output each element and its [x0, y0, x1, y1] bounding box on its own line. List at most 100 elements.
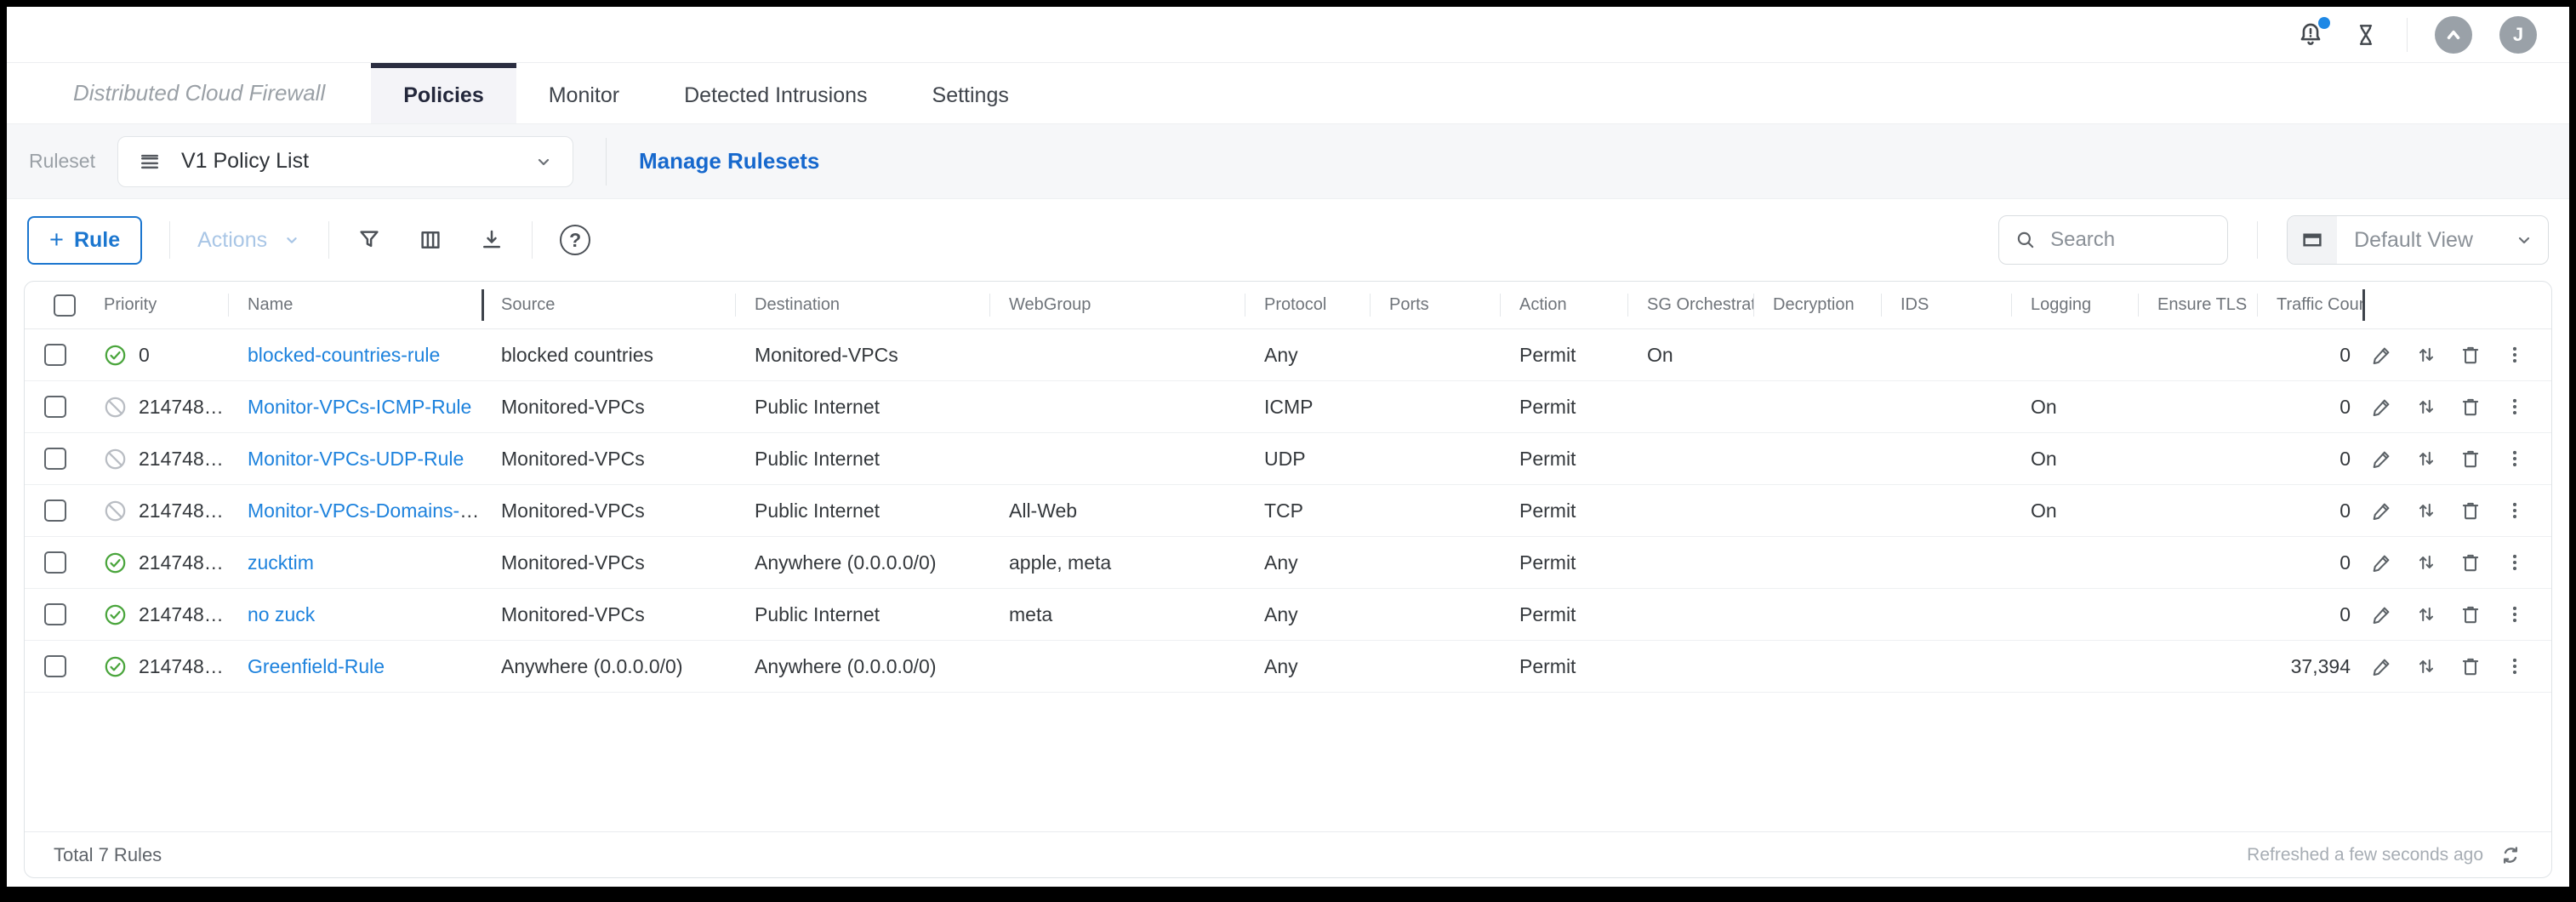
edit-pencil-icon[interactable]: [2371, 603, 2393, 625]
column-header-name[interactable]: Name: [228, 282, 482, 328]
rule-name-link[interactable]: blocked-countries-rule: [248, 344, 440, 366]
cell-logging: On: [2011, 448, 2138, 471]
tab-settings[interactable]: Settings: [900, 63, 1041, 123]
tab-policies[interactable]: Policies: [371, 63, 516, 123]
hourglass-icon[interactable]: [2352, 21, 2379, 49]
help-icon[interactable]: ?: [560, 225, 590, 255]
cell-sg_orchestration: On: [1627, 344, 1753, 367]
table-footer: Total 7 Rules Refreshed a few seconds ag…: [25, 831, 2551, 877]
row-checkbox[interactable]: [44, 500, 66, 522]
manage-rulesets-link[interactable]: Manage Rulesets: [639, 148, 819, 174]
column-header-traffic-count[interactable]: Traffic Count: [2257, 282, 2362, 328]
reorder-rule-icon[interactable]: [2415, 448, 2437, 470]
edit-pencil-icon[interactable]: [2371, 655, 2393, 677]
cell-destination: Public Internet: [735, 448, 989, 471]
ruleset-label: Ruleset: [29, 150, 95, 173]
cell-protocol: UDP: [1245, 448, 1370, 471]
cell-priority: 214748…: [84, 603, 228, 626]
row-checkbox[interactable]: [44, 603, 66, 625]
download-icon[interactable]: [479, 227, 504, 253]
filter-funnel-icon[interactable]: [356, 227, 382, 253]
user-avatar[interactable]: J: [2499, 16, 2537, 54]
ruleset-selected-value: V1 Policy List: [181, 149, 533, 174]
column-header-ids[interactable]: IDS: [1881, 282, 2011, 328]
delete-trash-icon[interactable]: [2459, 603, 2482, 625]
rule-name-link[interactable]: Monitor-VPCs-ICMP-Rule: [248, 396, 471, 418]
reorder-rule-icon[interactable]: [2415, 344, 2437, 366]
reorder-rule-icon[interactable]: [2415, 655, 2437, 677]
tab-detected-intrusions[interactable]: Detected Intrusions: [652, 63, 899, 123]
row-checkbox[interactable]: [44, 551, 66, 574]
top-bar: J: [7, 7, 2569, 63]
rule-name-link[interactable]: Monitor-VPCs-Domains-Rule: [248, 500, 482, 522]
row-checkbox[interactable]: [44, 655, 66, 677]
edit-pencil-icon[interactable]: [2371, 396, 2393, 418]
reorder-rule-icon[interactable]: [2415, 603, 2437, 625]
view-selector[interactable]: Default View: [2287, 215, 2549, 265]
delete-trash-icon[interactable]: [2459, 500, 2482, 522]
more-options-kebab-icon[interactable]: [2504, 396, 2526, 418]
actions-dropdown[interactable]: Actions: [197, 228, 301, 253]
tab-monitor[interactable]: Monitor: [516, 63, 652, 123]
row-checkbox[interactable]: [44, 396, 66, 418]
cell-priority: 214748…: [84, 448, 228, 471]
delete-trash-icon[interactable]: [2459, 655, 2482, 677]
column-header-ensure-tls[interactable]: Ensure TLS: [2138, 282, 2257, 328]
columns-icon[interactable]: [418, 227, 443, 253]
column-header-destination[interactable]: Destination: [735, 282, 989, 328]
more-options-kebab-icon[interactable]: [2504, 500, 2526, 522]
reorder-rule-icon[interactable]: [2415, 396, 2437, 418]
column-header-protocol[interactable]: Protocol: [1245, 282, 1370, 328]
more-options-kebab-icon[interactable]: [2504, 344, 2526, 366]
aviatrix-logo-icon[interactable]: [2435, 16, 2472, 54]
edit-pencil-icon[interactable]: [2371, 344, 2393, 366]
cell-action: Permit: [1500, 500, 1627, 522]
reorder-rule-icon[interactable]: [2415, 500, 2437, 522]
distributed-cloud-firewall-app: J Distributed Cloud Firewall Policies Mo…: [7, 7, 2569, 887]
refresh-icon[interactable]: [2499, 843, 2522, 867]
breadcrumb: Distributed Cloud Firewall: [73, 80, 325, 106]
column-header-logging[interactable]: Logging: [2011, 282, 2138, 328]
row-select-cell: [25, 500, 84, 522]
row-checkbox[interactable]: [44, 448, 66, 470]
cell-name: blocked-countries-rule: [228, 344, 482, 367]
edit-pencil-icon[interactable]: [2371, 448, 2393, 470]
delete-trash-icon[interactable]: [2459, 344, 2482, 366]
column-header-webgroup[interactable]: WebGroup: [989, 282, 1245, 328]
column-header-sg-orchestration[interactable]: SG Orchestration: [1627, 282, 1753, 328]
rule-name-link[interactable]: no zuck: [248, 603, 315, 625]
column-header-source[interactable]: Source: [482, 282, 735, 328]
more-options-kebab-icon[interactable]: [2504, 655, 2526, 677]
row-actions-cell: [2362, 603, 2551, 625]
row-checkbox[interactable]: [44, 344, 66, 366]
cell-destination: Anywhere (0.0.0.0/0): [735, 551, 989, 574]
search-input[interactable]: [2049, 227, 2212, 253]
cell-traffic-count: 0: [2257, 344, 2362, 367]
column-header-priority[interactable]: Priority: [84, 282, 228, 328]
edit-pencil-icon[interactable]: [2371, 500, 2393, 522]
rule-name-link[interactable]: Greenfield-Rule: [248, 655, 385, 677]
search-box: [1998, 215, 2228, 265]
edit-pencil-icon[interactable]: [2371, 551, 2393, 574]
select-all-checkbox[interactable]: [54, 294, 76, 317]
delete-trash-icon[interactable]: [2459, 396, 2482, 418]
notifications-bell-icon[interactable]: [2296, 20, 2325, 49]
priority-value: 214748…: [139, 551, 224, 574]
rule-name-link[interactable]: Monitor-VPCs-UDP-Rule: [248, 448, 464, 470]
more-options-kebab-icon[interactable]: [2504, 551, 2526, 574]
column-header-action[interactable]: Action: [1500, 282, 1627, 328]
more-options-kebab-icon[interactable]: [2504, 603, 2526, 625]
column-header-ports[interactable]: Ports: [1370, 282, 1500, 328]
column-header-decryption[interactable]: Decryption: [1753, 282, 1881, 328]
reorder-rule-icon[interactable]: [2415, 551, 2437, 574]
add-rule-button[interactable]: + Rule: [27, 216, 142, 265]
cell-traffic-count: 0: [2257, 500, 2362, 522]
ruleset-select[interactable]: V1 Policy List: [117, 136, 573, 187]
delete-trash-icon[interactable]: [2459, 448, 2482, 470]
rule-name-link[interactable]: zucktim: [248, 551, 314, 574]
more-options-kebab-icon[interactable]: [2504, 448, 2526, 470]
cell-protocol: TCP: [1245, 500, 1370, 522]
cell-destination: Public Internet: [735, 396, 989, 419]
delete-trash-icon[interactable]: [2459, 551, 2482, 574]
cell-priority: 0: [84, 344, 228, 367]
